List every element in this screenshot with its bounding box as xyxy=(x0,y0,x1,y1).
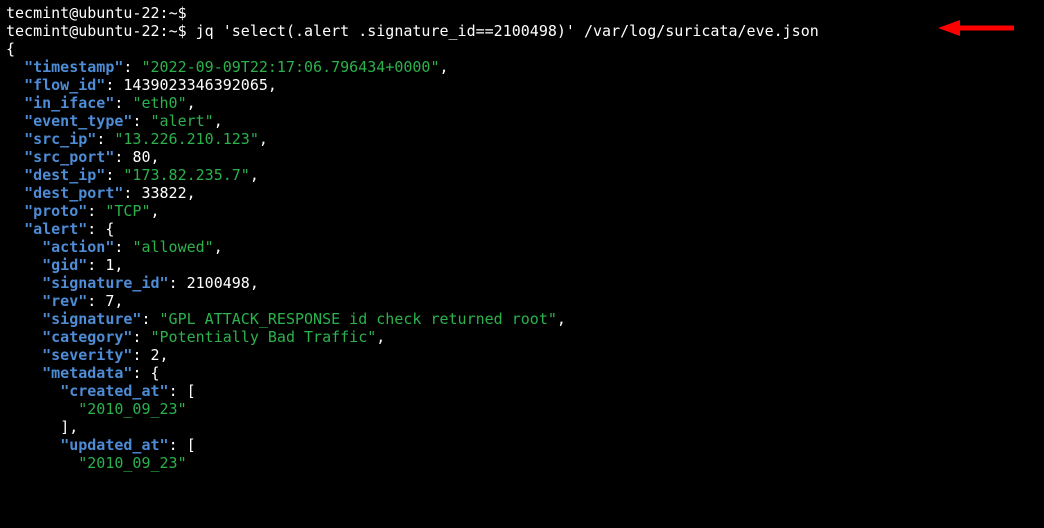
prompt-symbol: $ xyxy=(178,22,187,40)
json-line-created-at-key: "created_at": [ xyxy=(6,382,1038,400)
json-line-created-at-val: "2010_09_23" xyxy=(6,400,1038,418)
json-line-timestamp: "timestamp": "2022-09-09T22:17:06.796434… xyxy=(6,58,1038,76)
json-line-signature: "signature": "GPL ATTACK_RESPONSE id che… xyxy=(6,310,1038,328)
json-line-gid: "gid": 1, xyxy=(6,256,1038,274)
json-line-event-type: "event_type": "alert", xyxy=(6,112,1038,130)
command-text: jq 'select(.alert .signature_id==2100498… xyxy=(196,22,819,40)
json-line-metadata: "metadata": { xyxy=(6,364,1038,382)
json-line-created-at-close: ], xyxy=(6,418,1038,436)
json-line-dest-port: "dest_port": 33822, xyxy=(6,184,1038,202)
json-line-src-port: "src_port": 80, xyxy=(6,148,1038,166)
json-line-alert: "alert": { xyxy=(6,220,1038,238)
prompt-line-2[interactable]: tecmint@ubuntu-22:~$ jq 'select(.alert .… xyxy=(6,22,1038,40)
prompt-path: ~ xyxy=(169,22,178,40)
prompt-path: ~ xyxy=(169,4,178,22)
json-line-dest-ip: "dest_ip": "173.82.235.7", xyxy=(6,166,1038,184)
prompt-user: tecmint xyxy=(6,22,69,40)
annotation-arrow-icon xyxy=(938,18,1014,38)
json-line-proto: "proto": "TCP", xyxy=(6,202,1038,220)
json-line-severity: "severity": 2, xyxy=(6,346,1038,364)
json-line-action: "action": "allowed", xyxy=(6,238,1038,256)
prompt-host: ubuntu-22 xyxy=(78,22,159,40)
prompt-user: tecmint xyxy=(6,4,69,22)
json-line-signature-id: "signature_id": 2100498, xyxy=(6,274,1038,292)
prompt-symbol: $ xyxy=(178,4,187,22)
json-line-updated-at-val: "2010_09_23" xyxy=(6,454,1038,472)
prompt-host: ubuntu-22 xyxy=(78,4,159,22)
prompt-line-1[interactable]: tecmint@ubuntu-22:~$ xyxy=(6,4,1038,22)
json-line-category: "category": "Potentially Bad Traffic", xyxy=(6,328,1038,346)
json-line-in-iface: "in_iface": "eth0", xyxy=(6,94,1038,112)
json-line-updated-at-key: "updated_at": [ xyxy=(6,436,1038,454)
json-line-flow-id: "flow_id": 1439023346392065, xyxy=(6,76,1038,94)
json-line-rev: "rev": 7, xyxy=(6,292,1038,310)
json-brace-open: { xyxy=(6,40,1038,58)
json-line-src-ip: "src_ip": "13.226.210.123", xyxy=(6,130,1038,148)
